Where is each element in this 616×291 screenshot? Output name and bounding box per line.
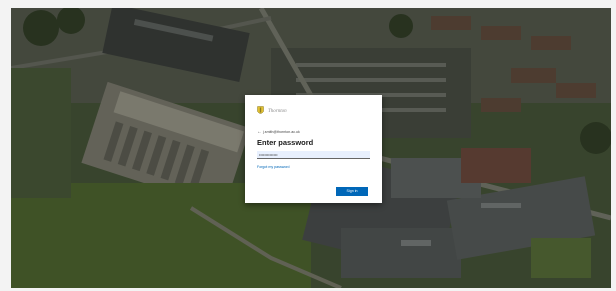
- identity-email: j.smith@thornton.ac.uk: [263, 130, 300, 134]
- password-input[interactable]: [257, 151, 370, 159]
- forgot-password-link[interactable]: Forgot my password: [257, 165, 370, 169]
- sign-in-card: Thornton ← j.smith@thornton.ac.uk Enter …: [245, 95, 382, 203]
- sign-in-button[interactable]: Sign in: [336, 186, 368, 196]
- button-row: Sign in: [336, 179, 368, 197]
- organization-logo: Thornton: [257, 104, 370, 118]
- school-crest-icon: [257, 106, 264, 114]
- back-arrow-icon[interactable]: ←: [257, 129, 262, 135]
- identity-banner[interactable]: ← j.smith@thornton.ac.uk: [257, 129, 370, 135]
- page-title: Enter password: [257, 138, 314, 147]
- logo-text: Thornton: [268, 108, 287, 114]
- sign-in-screen: Thornton ← j.smith@thornton.ac.uk Enter …: [0, 0, 616, 291]
